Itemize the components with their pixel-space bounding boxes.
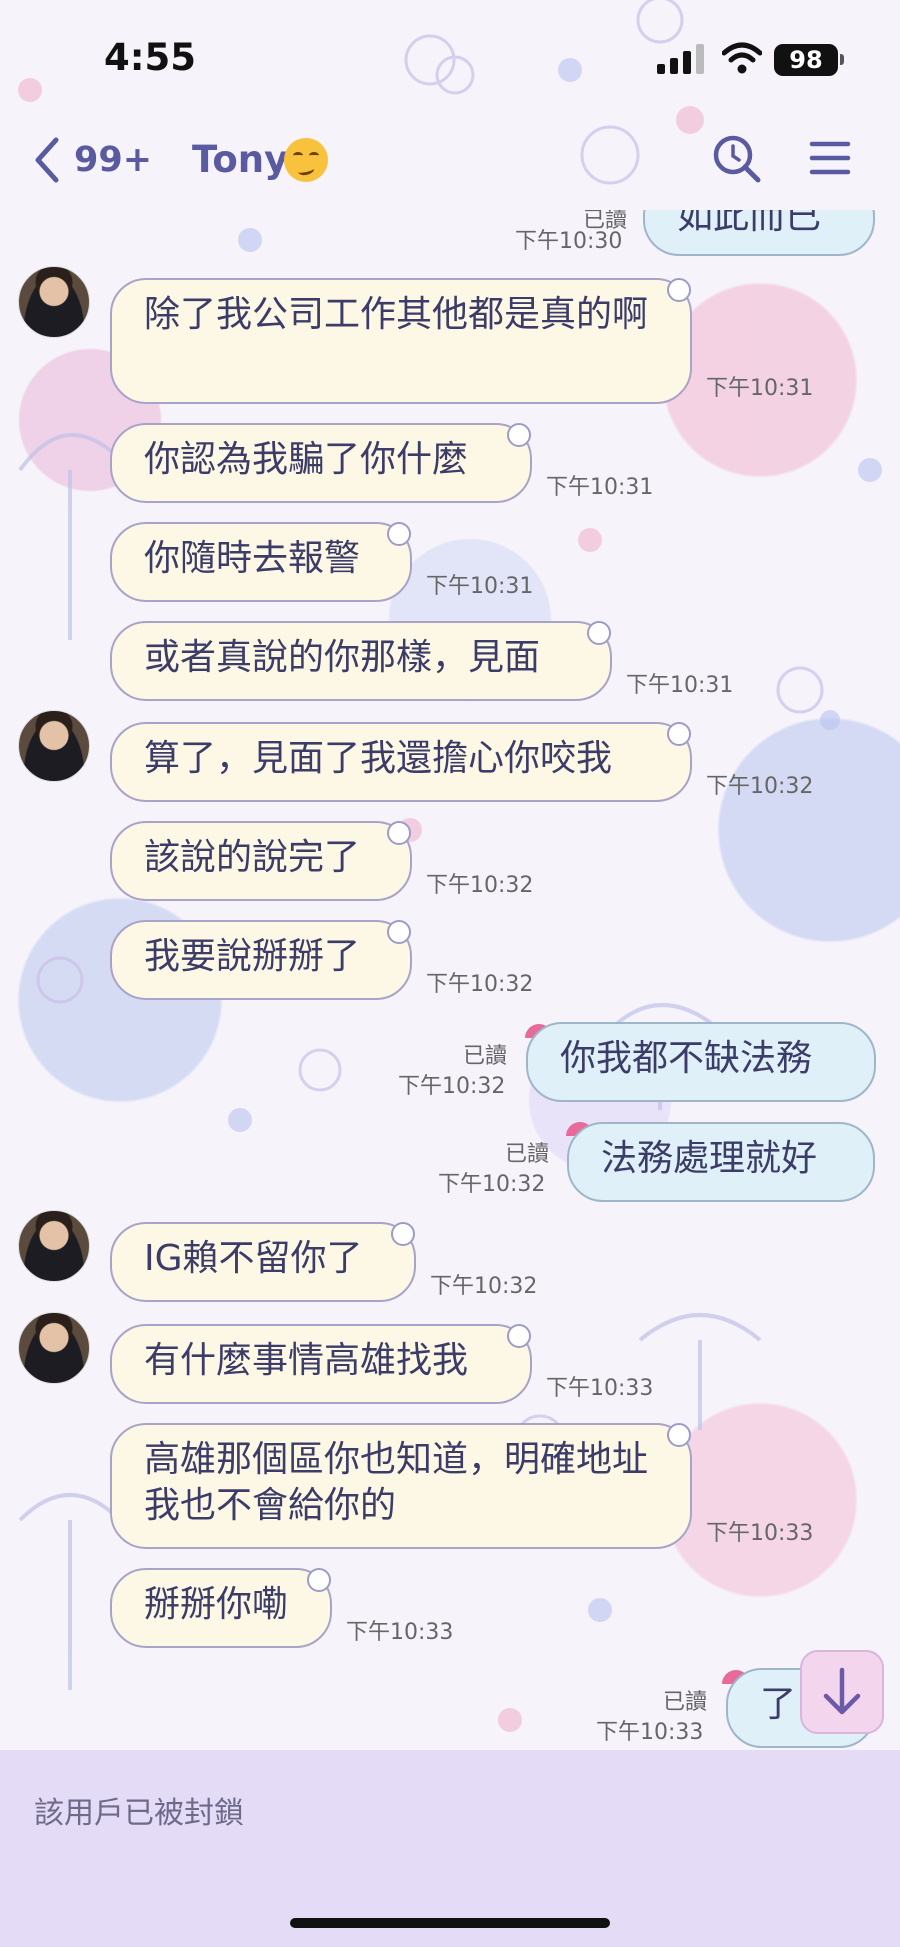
cellular-signal-icon xyxy=(657,44,704,74)
message-time: 下午10:32 xyxy=(426,873,534,898)
bubble-deco-icon xyxy=(507,1324,531,1348)
outgoing-bubble[interactable]: 如此而已 xyxy=(643,210,875,256)
message-time: 下午10:31 xyxy=(706,376,814,401)
bubble-deco-icon xyxy=(667,278,691,302)
menu-icon[interactable] xyxy=(808,136,852,180)
status-bar: 4:55 98 xyxy=(0,0,900,110)
unread-count[interactable]: 99+ xyxy=(74,140,152,180)
message-time: 下午10:32 xyxy=(438,1172,546,1197)
search-icon[interactable] xyxy=(712,134,762,184)
incoming-bubble[interactable]: IG賴不留你了 xyxy=(110,1222,416,1302)
read-receipt: 已讀 xyxy=(663,1690,708,1715)
battery-nub xyxy=(840,54,844,65)
blocked-notice: 該用戶已被封鎖 xyxy=(34,1796,244,1831)
incoming-bubble[interactable]: 我要說掰掰了 xyxy=(110,920,412,1000)
bubble-deco-icon xyxy=(587,621,611,645)
bubble-deco-icon xyxy=(507,423,531,447)
incoming-bubble[interactable]: 除了我公司工作其他都是真的啊 xyxy=(110,278,692,404)
wifi-icon xyxy=(722,42,762,74)
outgoing-bubble[interactable]: 你我都不缺法務 xyxy=(526,1022,876,1102)
incoming-bubble[interactable]: 有什麼事情高雄找我 xyxy=(110,1324,532,1404)
battery-indicator: 98 xyxy=(774,44,838,76)
incoming-bubble[interactable]: 或者真說的你那樣，見面 xyxy=(110,621,612,701)
incoming-bubble[interactable]: 算了，見面了我還擔心你咬我 xyxy=(110,722,692,802)
message-time: 下午10:32 xyxy=(706,774,814,799)
read-receipt: 已讀 xyxy=(505,1142,550,1167)
home-indicator[interactable] xyxy=(290,1918,610,1928)
contact-avatar[interactable] xyxy=(18,266,90,338)
scroll-to-bottom-button[interactable] xyxy=(800,1650,884,1734)
arrow-down-icon xyxy=(823,1667,861,1715)
incoming-bubble[interactable]: 你認為我騙了你什麼 xyxy=(110,423,532,503)
message-time: 下午10:32 xyxy=(426,972,534,997)
contact-avatar[interactable] xyxy=(18,1312,90,1384)
status-time: 4:55 xyxy=(104,36,197,79)
bubble-deco-icon xyxy=(307,1568,331,1592)
outgoing-bubble[interactable]: 法務處理就好 xyxy=(567,1122,875,1202)
message-time: 下午10:33 xyxy=(596,1720,704,1745)
bubble-deco-icon xyxy=(667,1423,691,1447)
contact-avatar[interactable] xyxy=(18,710,90,782)
woozy-face-icon xyxy=(284,138,328,182)
bubble-deco-icon xyxy=(667,722,691,746)
blocked-footer: 該用戶已被封鎖 xyxy=(0,1750,900,1947)
bubble-deco-icon xyxy=(387,920,411,944)
message-time: 下午10:33 xyxy=(346,1620,454,1645)
incoming-bubble[interactable]: 你隨時去報警 xyxy=(110,522,412,602)
message-time: 下午10:30 xyxy=(515,229,623,254)
incoming-bubble[interactable]: 高雄那個區你也知道，明確地址我也不會給你的 xyxy=(110,1423,692,1549)
message-list[interactable]: 已讀 下午10:30 如此而已 除了我公司工作其他都是真的啊 下午10:31 你… xyxy=(0,210,900,1750)
message-time: 下午10:33 xyxy=(706,1521,814,1546)
incoming-bubble[interactable]: 掰掰你嘞 xyxy=(110,1568,332,1648)
message-time: 下午10:31 xyxy=(426,574,534,599)
contact-avatar[interactable] xyxy=(18,1210,90,1282)
bubble-deco-icon xyxy=(391,1222,415,1246)
contact-name[interactable]: Tony xyxy=(192,138,288,181)
message-time: 下午10:31 xyxy=(626,673,734,698)
bubble-deco-icon xyxy=(387,522,411,546)
message-time: 下午10:31 xyxy=(546,475,654,500)
bubble-deco-icon xyxy=(387,821,411,845)
chat-header: 99+ Tony xyxy=(0,110,900,210)
message-time: 下午10:32 xyxy=(398,1074,506,1099)
message-time: 下午10:33 xyxy=(546,1376,654,1401)
incoming-bubble[interactable]: 該說的說完了 xyxy=(110,821,412,901)
message-time: 下午10:32 xyxy=(430,1274,538,1299)
read-receipt: 已讀 xyxy=(463,1044,508,1069)
